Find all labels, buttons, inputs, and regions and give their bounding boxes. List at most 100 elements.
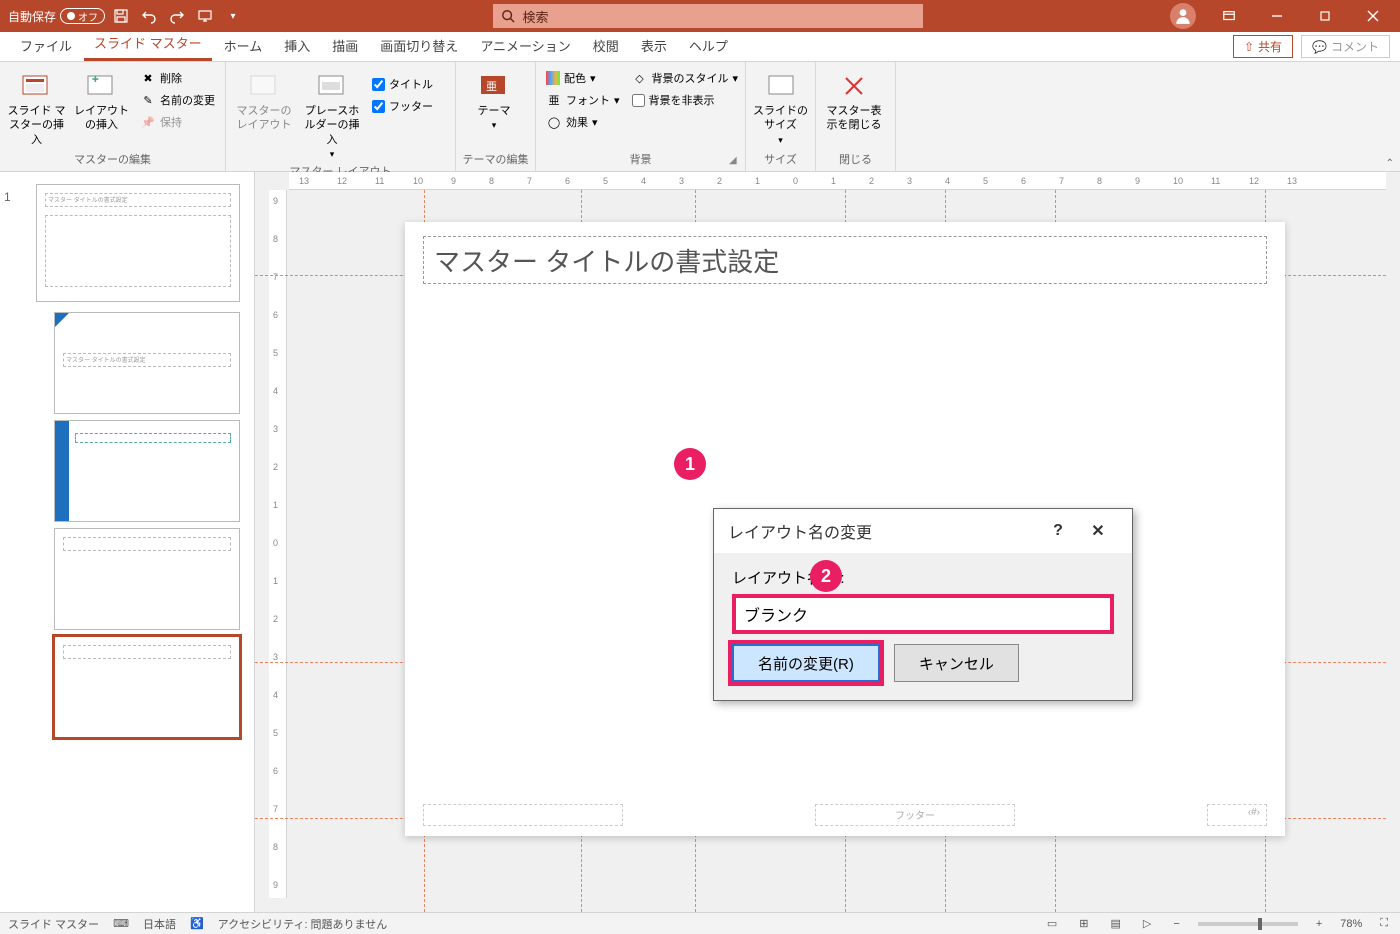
group-title-theme-edit: テーマの編集 <box>462 149 529 171</box>
comments-button[interactable]: 💬コメント <box>1301 35 1390 58</box>
title-placeholder[interactable]: マスター タイトルの書式設定 <box>423 236 1267 284</box>
effects-button[interactable]: ◯効果 ▾ <box>542 112 624 132</box>
slide-size-button[interactable]: スライドのサイズ▾ <box>752 66 809 146</box>
spellcheck-icon[interactable]: ⌨ <box>113 917 129 930</box>
layout-thumbnail-1[interactable]: マスター タイトルの書式設定 <box>54 312 240 414</box>
account-avatar[interactable] <box>1170 3 1196 29</box>
slide-size-icon <box>765 70 797 102</box>
normal-view-icon[interactable]: ▭ <box>1043 917 1061 930</box>
close-master-view-button[interactable]: マスター表示を閉じる <box>822 66 886 133</box>
delete-icon: ✖ <box>140 70 156 86</box>
themes-button[interactable]: 亜 テーマ▾ <box>462 66 526 132</box>
insert-slide-master-button[interactable]: スライド マスターの挿入 <box>6 66 67 147</box>
date-placeholder[interactable] <box>423 804 623 826</box>
tab-view[interactable]: 表示 <box>631 30 677 61</box>
save-icon[interactable] <box>109 4 133 28</box>
sorter-view-icon[interactable]: ⊞ <box>1075 917 1092 930</box>
layout-thumbnail-3[interactable] <box>54 528 240 630</box>
editor-pane: 13121110987654321012345678910111213 9876… <box>255 172 1400 912</box>
thumbnail-pane[interactable]: 1 マスター タイトルの書式設定 マスター タイトルの書式設定 <box>0 172 255 912</box>
search-placeholder: 検索 <box>523 7 549 26</box>
autosave-label: 自動保存 <box>8 8 56 25</box>
ribbon-display-options-icon[interactable] <box>1206 0 1252 32</box>
fonts-button[interactable]: 亜フォント ▾ <box>542 90 624 110</box>
slide-number-placeholder[interactable]: ‹#› <box>1207 804 1267 826</box>
collapse-ribbon-icon[interactable]: ⌃ <box>1386 158 1394 169</box>
share-icon: ⇧ <box>1244 40 1254 54</box>
tab-draw[interactable]: 描画 <box>322 30 368 61</box>
qat-customize-icon[interactable]: ▾ <box>221 4 245 28</box>
insert-placeholder-button[interactable]: プレースホルダーの挿入▾ <box>300 66 364 161</box>
master-layout-button: マスターのレイアウト <box>232 66 296 133</box>
dialog-launcher-icon[interactable]: ◢ <box>729 155 741 167</box>
zoom-percent[interactable]: 78% <box>1340 918 1362 930</box>
redo-icon[interactable] <box>165 4 189 28</box>
title-checkbox[interactable]: タイトル <box>368 74 437 94</box>
share-button[interactable]: ⇧共有 <box>1233 35 1293 58</box>
slideshow-view-icon[interactable]: ▷ <box>1139 917 1155 930</box>
master-layout-icon <box>248 70 280 102</box>
close-master-icon <box>838 70 870 102</box>
insert-layout-button[interactable]: ✚ レイアウトの挿入 <box>71 66 132 133</box>
themes-icon: 亜 <box>478 70 510 102</box>
ribbon: スライド マスターの挿入 ✚ レイアウトの挿入 ✖削除 ✎名前の変更 📌保持 マ… <box>0 62 1400 172</box>
undo-icon[interactable] <box>137 4 161 28</box>
rename-confirm-button[interactable]: 名前の変更(R) <box>732 644 880 682</box>
svg-text:✚: ✚ <box>92 75 99 84</box>
horizontal-ruler[interactable]: 13121110987654321012345678910111213 <box>289 172 1386 190</box>
close-button[interactable] <box>1350 0 1396 32</box>
rename-layout-button[interactable]: ✎名前の変更 <box>136 90 219 110</box>
tab-insert[interactable]: 挿入 <box>274 30 320 61</box>
tab-transitions[interactable]: 画面切り替え <box>370 30 468 61</box>
group-title-background: 背景 <box>542 149 739 171</box>
colors-icon <box>546 71 560 85</box>
zoom-slider[interactable] <box>1198 922 1298 926</box>
rename-layout-dialog: レイアウト名の変更 ? ✕ レイアウト名(L): 名前の変更(R) キャンセル <box>713 508 1133 701</box>
layout-thumbnail-4-selected[interactable] <box>54 636 240 738</box>
footer-placeholder[interactable]: フッター <box>815 804 1015 826</box>
tab-slide-master[interactable]: スライド マスター <box>84 27 212 61</box>
minimize-button[interactable] <box>1254 0 1300 32</box>
status-language[interactable]: 日本語 <box>143 916 176 932</box>
zoom-out-button[interactable]: − <box>1169 918 1183 930</box>
status-accessibility[interactable]: アクセシビリティ: 問題ありません <box>218 916 388 932</box>
preserve-button[interactable]: 📌保持 <box>136 112 219 132</box>
colors-button[interactable]: 配色 ▾ <box>542 68 624 88</box>
tab-help[interactable]: ヘルプ <box>679 30 738 61</box>
tab-animations[interactable]: アニメーション <box>470 30 580 61</box>
restore-button[interactable] <box>1302 0 1348 32</box>
layout-name-input[interactable] <box>732 594 1114 634</box>
cancel-button[interactable]: キャンセル <box>894 644 1019 682</box>
group-title-master-edit: マスターの編集 <box>6 149 219 171</box>
dialog-help-button[interactable]: ? <box>1038 509 1078 553</box>
reading-view-icon[interactable]: ▤ <box>1107 917 1125 930</box>
layout-thumbnail-2[interactable] <box>54 420 240 522</box>
zoom-in-button[interactable]: + <box>1312 918 1326 930</box>
tab-home[interactable]: ホーム <box>214 30 273 61</box>
background-styles-button[interactable]: ◇背景のスタイル ▾ <box>628 68 743 88</box>
hide-background-checkbox[interactable]: 背景を非表示 <box>628 90 743 110</box>
slide-master-thumbnail[interactable]: マスター タイトルの書式設定 <box>36 184 240 302</box>
effects-icon: ◯ <box>546 114 562 130</box>
search-box[interactable]: 検索 <box>493 4 923 28</box>
slideshow-from-start-icon[interactable] <box>193 4 217 28</box>
footer-placeholder-row: フッター ‹#› <box>423 804 1267 826</box>
vertical-ruler[interactable]: 9876543210123456789 <box>269 190 287 898</box>
comment-icon: 💬 <box>1312 40 1327 54</box>
bgstyle-icon: ◇ <box>632 70 648 86</box>
tab-file[interactable]: ファイル <box>10 30 82 61</box>
fonts-icon: 亜 <box>546 92 562 108</box>
fit-to-window-icon[interactable]: ⛶ <box>1376 917 1392 930</box>
dialog-close-button[interactable]: ✕ <box>1078 509 1118 553</box>
delete-layout-button[interactable]: ✖削除 <box>136 68 219 88</box>
autosave-toggle[interactable]: オフ <box>60 8 105 24</box>
tab-review[interactable]: 校閲 <box>583 30 629 61</box>
ribbon-tabs: ファイル スライド マスター ホーム 挿入 描画 画面切り替え アニメーション … <box>0 32 1400 62</box>
layout-icon: ✚ <box>86 70 118 102</box>
svg-text:亜: 亜 <box>486 81 497 93</box>
group-title-size: サイズ <box>752 149 809 171</box>
accessibility-icon: ♿ <box>190 917 204 930</box>
slide-master-icon <box>21 70 53 102</box>
layout-name-label: レイアウト名(L): <box>732 567 1114 588</box>
footer-checkbox[interactable]: フッター <box>368 96 437 116</box>
